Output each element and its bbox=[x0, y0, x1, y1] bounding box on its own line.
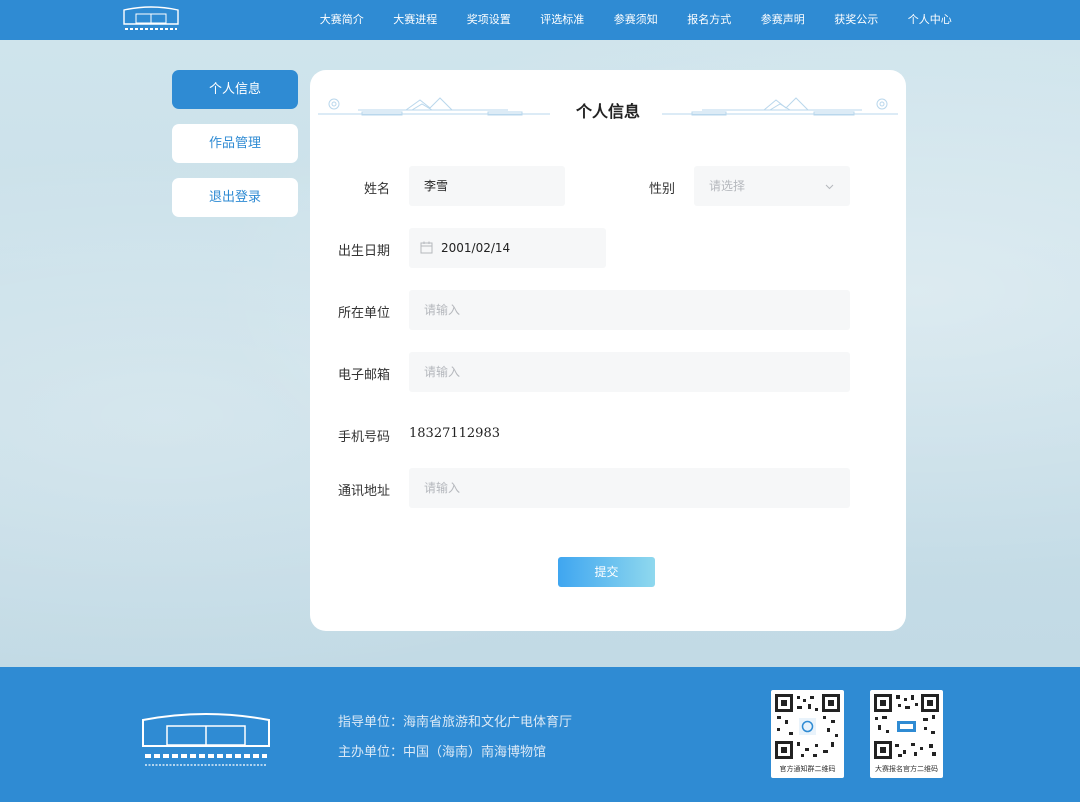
qr-caption-registration: 大赛报名官方二维码 bbox=[875, 765, 938, 773]
name-field[interactable]: 李雪 bbox=[409, 166, 565, 206]
birthday-label: 出生日期 bbox=[337, 244, 390, 259]
name-label: 姓名 bbox=[363, 182, 390, 197]
page-title: 个人信息 bbox=[575, 102, 640, 121]
gender-select-placeholder: 请选择 bbox=[709, 179, 746, 193]
phone-value: 18327112983 bbox=[409, 426, 500, 441]
organization-label: 所在单位 bbox=[337, 306, 390, 321]
gender-select[interactable]: 请选择 bbox=[694, 166, 850, 206]
address-label: 通讯地址 bbox=[337, 484, 390, 499]
sidebar-item-profile[interactable]: 个人信息 bbox=[172, 70, 298, 109]
sidebar-item-logout[interactable]: 退出登录 bbox=[172, 178, 298, 217]
profile-card: 个人信息 姓名 李雪 性别 请选择 出生日期 2001/02/14 所在单位 请… bbox=[310, 70, 906, 631]
museum-logo-icon bbox=[142, 713, 270, 766]
birthday-datepicker[interactable]: 2001/02/14 bbox=[409, 228, 606, 268]
gender-label: 性别 bbox=[648, 182, 675, 197]
footer-guide-unit: 指导单位：海南省旅游和文化广电体育厅 bbox=[338, 715, 573, 730]
organization-input[interactable]: 请输入 bbox=[409, 290, 850, 330]
qr-caption-notice: 官方通知群二维码 bbox=[779, 765, 836, 773]
nav-item-intro[interactable]: 大赛简介 bbox=[305, 0, 379, 40]
qr-code-icon bbox=[874, 694, 939, 759]
nav-item-progress[interactable]: 大赛进程 bbox=[379, 0, 453, 40]
address-input[interactable]: 请输入 bbox=[409, 468, 850, 508]
nav-item-criteria[interactable]: 评选标准 bbox=[526, 0, 600, 40]
email-label: 电子邮箱 bbox=[337, 368, 390, 383]
chevron-down-icon bbox=[825, 184, 834, 190]
nav-item-signup[interactable]: 报名方式 bbox=[673, 0, 747, 40]
nav-item-statement[interactable]: 参赛声明 bbox=[746, 0, 820, 40]
qr-registration: 大赛报名官方二维码 bbox=[870, 690, 943, 778]
museum-logo-icon[interactable] bbox=[122, 6, 180, 34]
nav-item-awards[interactable]: 奖项设置 bbox=[452, 0, 526, 40]
email-input[interactable]: 请输入 bbox=[409, 352, 850, 392]
nav-item-notice[interactable]: 参赛须知 bbox=[599, 0, 673, 40]
nav-item-winners[interactable]: 获奖公示 bbox=[820, 0, 894, 40]
nav-item-personal-center[interactable]: 个人中心 bbox=[893, 0, 967, 40]
qr-code-icon bbox=[775, 694, 840, 759]
submit-button[interactable]: 提交 bbox=[558, 557, 655, 587]
birthday-value: 2001/02/14 bbox=[441, 241, 511, 255]
phone-label: 手机号码 bbox=[337, 430, 390, 445]
qr-notice-group: 官方通知群二维码 bbox=[771, 690, 844, 778]
sidebar-item-works[interactable]: 作品管理 bbox=[172, 124, 298, 163]
main-nav: 大赛简介 大赛进程 奖项设置 评选标准 参赛须知 报名方式 参赛声明 获奖公示 … bbox=[305, 0, 967, 40]
footer-host-unit: 主办单位：中国（海南）南海博物馆 bbox=[338, 745, 547, 760]
calendar-icon bbox=[420, 241, 433, 254]
top-navbar: 大赛简介 大赛进程 奖项设置 评选标准 参赛须知 报名方式 参赛声明 获奖公示 … bbox=[0, 0, 1080, 40]
footer: 指导单位：海南省旅游和文化广电体育厅 主办单位：中国（海南）南海博物馆 官方通知… bbox=[0, 667, 1080, 802]
